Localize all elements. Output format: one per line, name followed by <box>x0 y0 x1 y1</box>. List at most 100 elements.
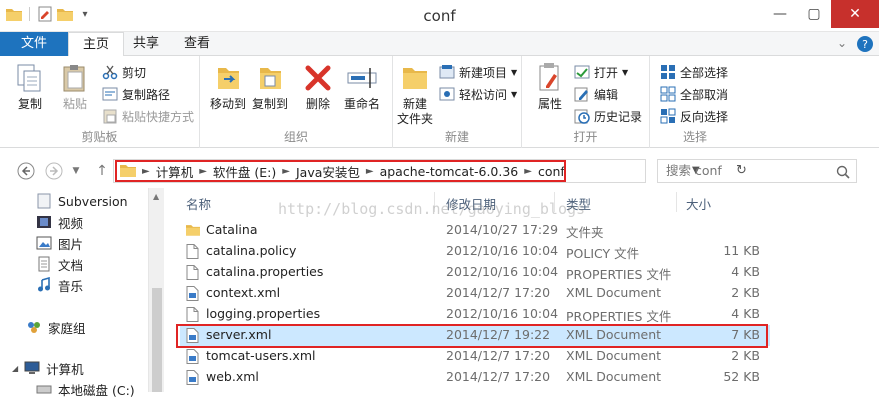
nav-item-label: 音乐 <box>58 278 84 294</box>
chevron-down-icon[interactable]: ◢ <box>12 364 18 373</box>
file-icon <box>186 244 200 259</box>
recent-locations-dropdown[interactable]: ▼ <box>66 161 86 181</box>
delete-button[interactable]: 删除 <box>300 62 336 112</box>
open-label: 打开 <box>594 65 619 80</box>
column-divider[interactable] <box>676 192 677 212</box>
file-row[interactable]: logging.properties 2012/10/16 10:04 PROPER… <box>180 304 770 325</box>
properties-label: 属性 <box>537 97 562 111</box>
cut-label: 剪切 <box>122 65 147 80</box>
minimize-icon[interactable]: — <box>763 0 797 28</box>
new-folder-label: 新建 文件夹 <box>396 97 433 126</box>
music-icon <box>36 276 52 293</box>
xml-file-icon <box>186 349 200 364</box>
paste-shortcut-icon <box>102 108 118 124</box>
ribbon: 复制 粘贴 剪切 复制路径 粘贴快捷方式 剪贴板 移动到 复制到 删除 重命名 … <box>0 56 879 148</box>
column-header-size[interactable]: 大小 <box>686 194 711 212</box>
open-button[interactable]: 打开 ▼ <box>574 62 628 82</box>
nav-item-label: 文档 <box>58 257 84 273</box>
nav-item-videos[interactable]: 视频 <box>36 212 83 232</box>
search-icon[interactable] <box>836 164 850 179</box>
file-row[interactable]: catalina.properties 2012/10/16 10:04 PROPE… <box>180 262 770 283</box>
file-list-pane: 名称 修改日期 类型 大小 http://blog.csdn.net/gaoyi… <box>170 188 879 392</box>
file-size: 2 KB <box>731 285 760 300</box>
history-button[interactable]: 历史记录 <box>574 106 642 126</box>
open-icon <box>574 64 590 80</box>
copy-button[interactable]: 复制 <box>10 62 50 112</box>
nav-item-local-disk-c[interactable]: 本地磁盘 (C:) <box>36 379 135 399</box>
nav-item-documents[interactable]: 文档 <box>36 254 83 274</box>
select-group-label: 选择 <box>682 130 707 144</box>
xml-file-icon <box>186 370 200 385</box>
edit-button[interactable]: 编辑 <box>574 84 618 104</box>
nav-item-pictures[interactable]: 图片 <box>36 233 83 253</box>
tab-view[interactable]: 查看 <box>170 32 224 56</box>
edit-icon <box>574 86 590 102</box>
forward-icon[interactable] <box>44 161 64 181</box>
easy-access-button[interactable]: 轻松访问 ▼ <box>439 84 517 104</box>
homegroup-icon <box>26 319 42 335</box>
file-name: logging.properties <box>206 306 321 321</box>
nav-item-label: 计算机 <box>46 361 84 377</box>
nav-item-computer[interactable]: ◢ 计算机 <box>12 358 84 378</box>
paste-button[interactable]: 粘贴 <box>55 62 95 112</box>
tab-home[interactable]: 主页 <box>68 32 125 57</box>
cut-button[interactable]: 剪切 <box>102 62 146 82</box>
delete-label: 删除 <box>305 97 330 111</box>
properties-button[interactable]: 属性 <box>532 62 568 112</box>
file-row[interactable]: web.xml 2014/12/7 17:20 XML Document 52 KB <box>180 367 770 388</box>
new-item-label: 新建项目 <box>459 65 508 80</box>
scrollbar-thumb[interactable] <box>152 288 162 392</box>
file-name: Catalina <box>206 222 258 237</box>
select-all-icon <box>660 64 676 80</box>
copy-to-button[interactable]: 复制到 <box>250 62 290 112</box>
chevron-down-icon: ▼ <box>622 67 629 77</box>
nav-item-music[interactable]: 音乐 <box>36 275 83 295</box>
paste-label: 粘贴 <box>62 97 87 111</box>
chevron-down-icon: ▼ <box>511 89 518 99</box>
copy-path-button[interactable]: 复制路径 <box>102 84 170 104</box>
easy-access-label: 轻松访问 <box>459 87 508 102</box>
new-group-label: 新建 <box>444 130 469 144</box>
chevron-down-icon[interactable]: ⌄ <box>837 36 847 52</box>
file-type: XML Document <box>566 348 662 363</box>
edit-label: 编辑 <box>594 87 619 102</box>
nav-item-label: 图片 <box>58 236 84 252</box>
invert-selection-button[interactable]: 反向选择 <box>660 106 728 126</box>
nav-scrollbar[interactable]: ▲ <box>148 188 164 392</box>
file-type: POLICY 文件 <box>566 246 640 261</box>
paste-shortcut-label: 粘贴快捷方式 <box>122 109 195 124</box>
chevron-down-icon: ▼ <box>511 67 518 77</box>
nav-item-homegroup[interactable]: 家庭组 <box>26 317 86 337</box>
file-row[interactable]: context.xml 2014/12/7 17:20 XML Document 2 … <box>180 283 770 304</box>
maximize-icon[interactable]: ▢ <box>797 0 831 28</box>
scroll-up-icon[interactable]: ▲ <box>153 192 159 201</box>
paste-shortcut-button[interactable]: 粘贴快捷方式 <box>102 106 194 126</box>
search-input[interactable]: 搜索 conf <box>657 159 857 183</box>
close-icon[interactable]: ✕ <box>831 0 879 28</box>
open-group: 属性 打开 ▼ 编辑 历史记录 打开 <box>522 56 650 148</box>
up-arrow-icon[interactable]: ↑ <box>92 161 112 181</box>
file-row[interactable]: tomcat-users.xml 2014/12/7 17:20 XML Docum… <box>180 346 770 367</box>
tab-file[interactable]: 文件 <box>0 32 68 56</box>
easy-access-icon <box>439 86 455 102</box>
tab-share[interactable]: 共享 <box>119 32 173 56</box>
rename-button[interactable]: 重命名 <box>340 62 384 112</box>
new-item-button[interactable]: 新建项目 ▼ <box>439 62 517 82</box>
nav-item-subversion[interactable]: Subversion <box>36 191 128 211</box>
file-type: XML Document <box>566 369 662 384</box>
back-icon[interactable] <box>16 161 36 181</box>
copy-to-icon <box>254 62 286 94</box>
move-to-button[interactable]: 移动到 <box>208 62 248 112</box>
file-row[interactable]: catalina.policy 2012/10/16 10:04 POLICY 文件… <box>180 241 770 262</box>
address-row: ▼ ↑ ► 计算机 ► 软件盘 (E:) ► Java安装包 ► apache-… <box>0 156 879 186</box>
file-row[interactable]: Catalina 2014/10/27 17:29 文件夹 <box>180 220 770 241</box>
new-folder-button[interactable]: 新建 文件夹 <box>395 62 435 127</box>
help-icon[interactable]: ? <box>857 36 873 52</box>
select-none-label: 全部取消 <box>680 87 729 102</box>
new-item-icon <box>439 64 455 80</box>
history-icon <box>574 108 590 124</box>
picture-icon <box>36 235 52 251</box>
select-all-button[interactable]: 全部选择 <box>660 62 728 82</box>
select-none-button[interactable]: 全部取消 <box>660 84 728 104</box>
column-header-name[interactable]: 名称 <box>186 194 211 212</box>
